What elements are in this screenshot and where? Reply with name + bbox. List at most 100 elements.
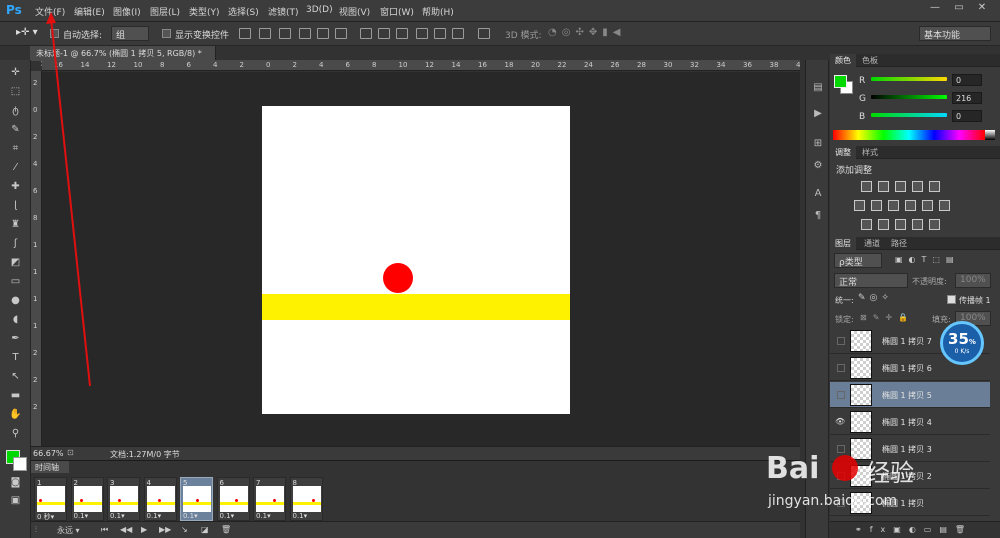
distribute-vcenter-icon[interactable]	[378, 28, 390, 39]
frame-delay-dropdown[interactable]: 0.1▾	[74, 512, 89, 520]
blend-mode-dropdown[interactable]: 正常	[834, 273, 908, 288]
path-select-tool-icon[interactable]: ↖	[9, 370, 22, 383]
frame-delay-dropdown[interactable]: 0.1▾	[293, 512, 308, 520]
selective-color-icon[interactable]	[929, 219, 940, 230]
dodge-tool-icon[interactable]: ◖	[9, 313, 22, 326]
close-window-button[interactable]: ✕	[973, 2, 991, 16]
distribute-hcenter-icon[interactable]	[434, 28, 446, 39]
crop-tool-icon[interactable]: ⌗	[9, 142, 22, 155]
history-brush-tool-icon[interactable]: ʃ	[9, 237, 22, 250]
zoom-level[interactable]: 66.67%	[33, 449, 64, 458]
color-lookup-icon[interactable]	[939, 200, 950, 211]
distribute-right-icon[interactable]	[452, 28, 464, 39]
black-white-icon[interactable]	[888, 200, 899, 211]
tab-layers[interactable]: 图层	[830, 237, 856, 250]
align-bottom-icon[interactable]	[279, 28, 291, 39]
workspace-dropdown[interactable]: 基本功能	[919, 26, 991, 41]
invert-icon[interactable]	[861, 219, 872, 230]
animation-frame[interactable]: 7 0.1▾	[253, 477, 286, 521]
paragraph-panel-icon[interactable]: ¶	[812, 210, 824, 222]
exposure-icon[interactable]	[912, 181, 923, 192]
eraser-tool-icon[interactable]: ◩	[9, 256, 22, 269]
layer-filter-dropdown[interactable]: ρ类型	[834, 253, 882, 268]
3d-tools-icons[interactable]: ◔◎✣✥▮◀	[548, 27, 625, 38]
distribute-left-icon[interactable]	[416, 28, 428, 39]
align-right-icon[interactable]	[335, 28, 347, 39]
menu-3d[interactable]: 3D(D)	[306, 5, 333, 15]
channel-g-value[interactable]: 216	[952, 92, 982, 104]
frame-delay-dropdown[interactable]: 0.1▾	[183, 512, 198, 520]
propagate-frame-checkbox[interactable]	[947, 295, 956, 304]
menu-type[interactable]: 类型(Y)	[189, 5, 220, 18]
layer-filter-icons[interactable]: ▣◐T⬚▤	[895, 255, 960, 264]
vibrance-icon[interactable]	[929, 181, 940, 192]
tab-styles[interactable]: 样式	[857, 146, 883, 159]
pen-tool-icon[interactable]: ✒	[9, 332, 22, 345]
align-vcenter-icon[interactable]	[259, 28, 271, 39]
zoom-tool-icon[interactable]: ⚲	[9, 427, 22, 440]
previous-frame-icon[interactable]: ◀◀	[120, 525, 132, 534]
channel-mixer-icon[interactable]	[922, 200, 933, 211]
animation-frame[interactable]: 10 秒▾	[34, 477, 67, 521]
delete-frame-icon[interactable]: 🗑	[221, 525, 231, 534]
rectangle-tool-icon[interactable]: ▬	[9, 389, 22, 402]
menu-view[interactable]: 视图(V)	[339, 5, 370, 18]
move-tool-icon[interactable]: ✛	[9, 66, 22, 79]
distribute-bottom-icon[interactable]	[396, 28, 408, 39]
menu-image[interactable]: 图像(I)	[113, 5, 141, 18]
menu-file[interactable]: 文件(F)	[35, 5, 65, 18]
frame-delay-dropdown[interactable]: 0.1▾	[256, 512, 271, 520]
clone-stamp-tool-icon[interactable]: ♜	[9, 218, 22, 231]
gradient-map-icon[interactable]	[912, 219, 923, 230]
quick-mask-icon[interactable]: ◙	[9, 476, 22, 489]
type-tool-icon[interactable]: T	[9, 351, 22, 364]
brightness-icon[interactable]	[861, 181, 872, 192]
hue-saturation-icon[interactable]	[854, 200, 865, 211]
frame-delay-dropdown[interactable]: 0.1▾	[147, 512, 162, 520]
layer-row[interactable]: 椭圆 1 拷贝 5	[830, 382, 990, 408]
animation-frame[interactable]: 8 0.1▾	[289, 477, 323, 521]
animation-frame[interactable]: 6 0.1▾	[216, 477, 250, 521]
move-tool-preset-icon[interactable]: ▸✛ ▾	[16, 27, 38, 38]
animation-frame[interactable]: 4 0.1▾	[143, 477, 177, 521]
marquee-tool-icon[interactable]: ⬚	[9, 85, 22, 98]
menu-filter[interactable]: 滤镜(T)	[268, 5, 299, 18]
actions-panel-icon[interactable]: ▶	[812, 108, 824, 120]
lock-icons[interactable]: ⊠✎✛🔒	[860, 313, 914, 322]
channel-r-slider[interactable]	[871, 77, 947, 81]
menu-help[interactable]: 帮助(H)	[422, 5, 454, 18]
show-transform-checkbox[interactable]	[162, 29, 171, 38]
menu-layer[interactable]: 图层(L)	[150, 5, 180, 18]
align-top-icon[interactable]	[239, 28, 251, 39]
frame-delay-dropdown[interactable]: 0.1▾	[220, 512, 235, 520]
quick-select-tool-icon[interactable]: ✎	[9, 123, 22, 136]
character-panel-icon[interactable]: A	[812, 188, 824, 200]
properties-panel-icon[interactable]: ⊞	[812, 138, 824, 150]
auto-align-icon[interactable]	[478, 28, 490, 39]
curves-icon[interactable]	[895, 181, 906, 192]
tab-channels[interactable]: 通道	[859, 237, 885, 250]
animation-frame[interactable]: 2 0.1▾	[70, 477, 104, 521]
play-icon[interactable]: ▶	[141, 525, 147, 534]
channel-r-value[interactable]: 0	[952, 74, 982, 86]
layer-visibility-toggle[interactable]	[837, 337, 845, 345]
layer-visibility-eye-icon[interactable]: 👁	[835, 417, 845, 426]
document-canvas[interactable]	[262, 106, 570, 414]
align-left-icon[interactable]	[299, 28, 311, 39]
color-balance-icon[interactable]	[871, 200, 882, 211]
auto-select-dropdown[interactable]: 组	[111, 26, 149, 41]
menu-edit[interactable]: 编辑(E)	[74, 5, 105, 18]
gradient-tool-icon[interactable]: ▭	[9, 275, 22, 288]
animation-frame[interactable]: 5 0.1▾	[180, 477, 213, 521]
background-color-swatch[interactable]	[13, 457, 27, 471]
menu-window[interactable]: 窗口(W)	[380, 5, 414, 18]
screen-mode-icon[interactable]: ▣	[9, 494, 22, 507]
document-tab[interactable]: 未标题-1 @ 66.7% (椭圆 1 拷贝 5, RGB/8) * ×	[30, 46, 216, 68]
photo-filter-icon[interactable]	[905, 200, 916, 211]
brush-tool-icon[interactable]: ɭ	[9, 199, 22, 212]
next-frame-icon[interactable]: ▶▶	[159, 525, 171, 534]
channel-b-value[interactable]: 0	[952, 110, 982, 122]
tween-icon[interactable]: ↘	[181, 525, 188, 534]
layer-visibility-toggle[interactable]	[837, 391, 845, 399]
convert-icon[interactable]: ⫶	[35, 525, 37, 535]
